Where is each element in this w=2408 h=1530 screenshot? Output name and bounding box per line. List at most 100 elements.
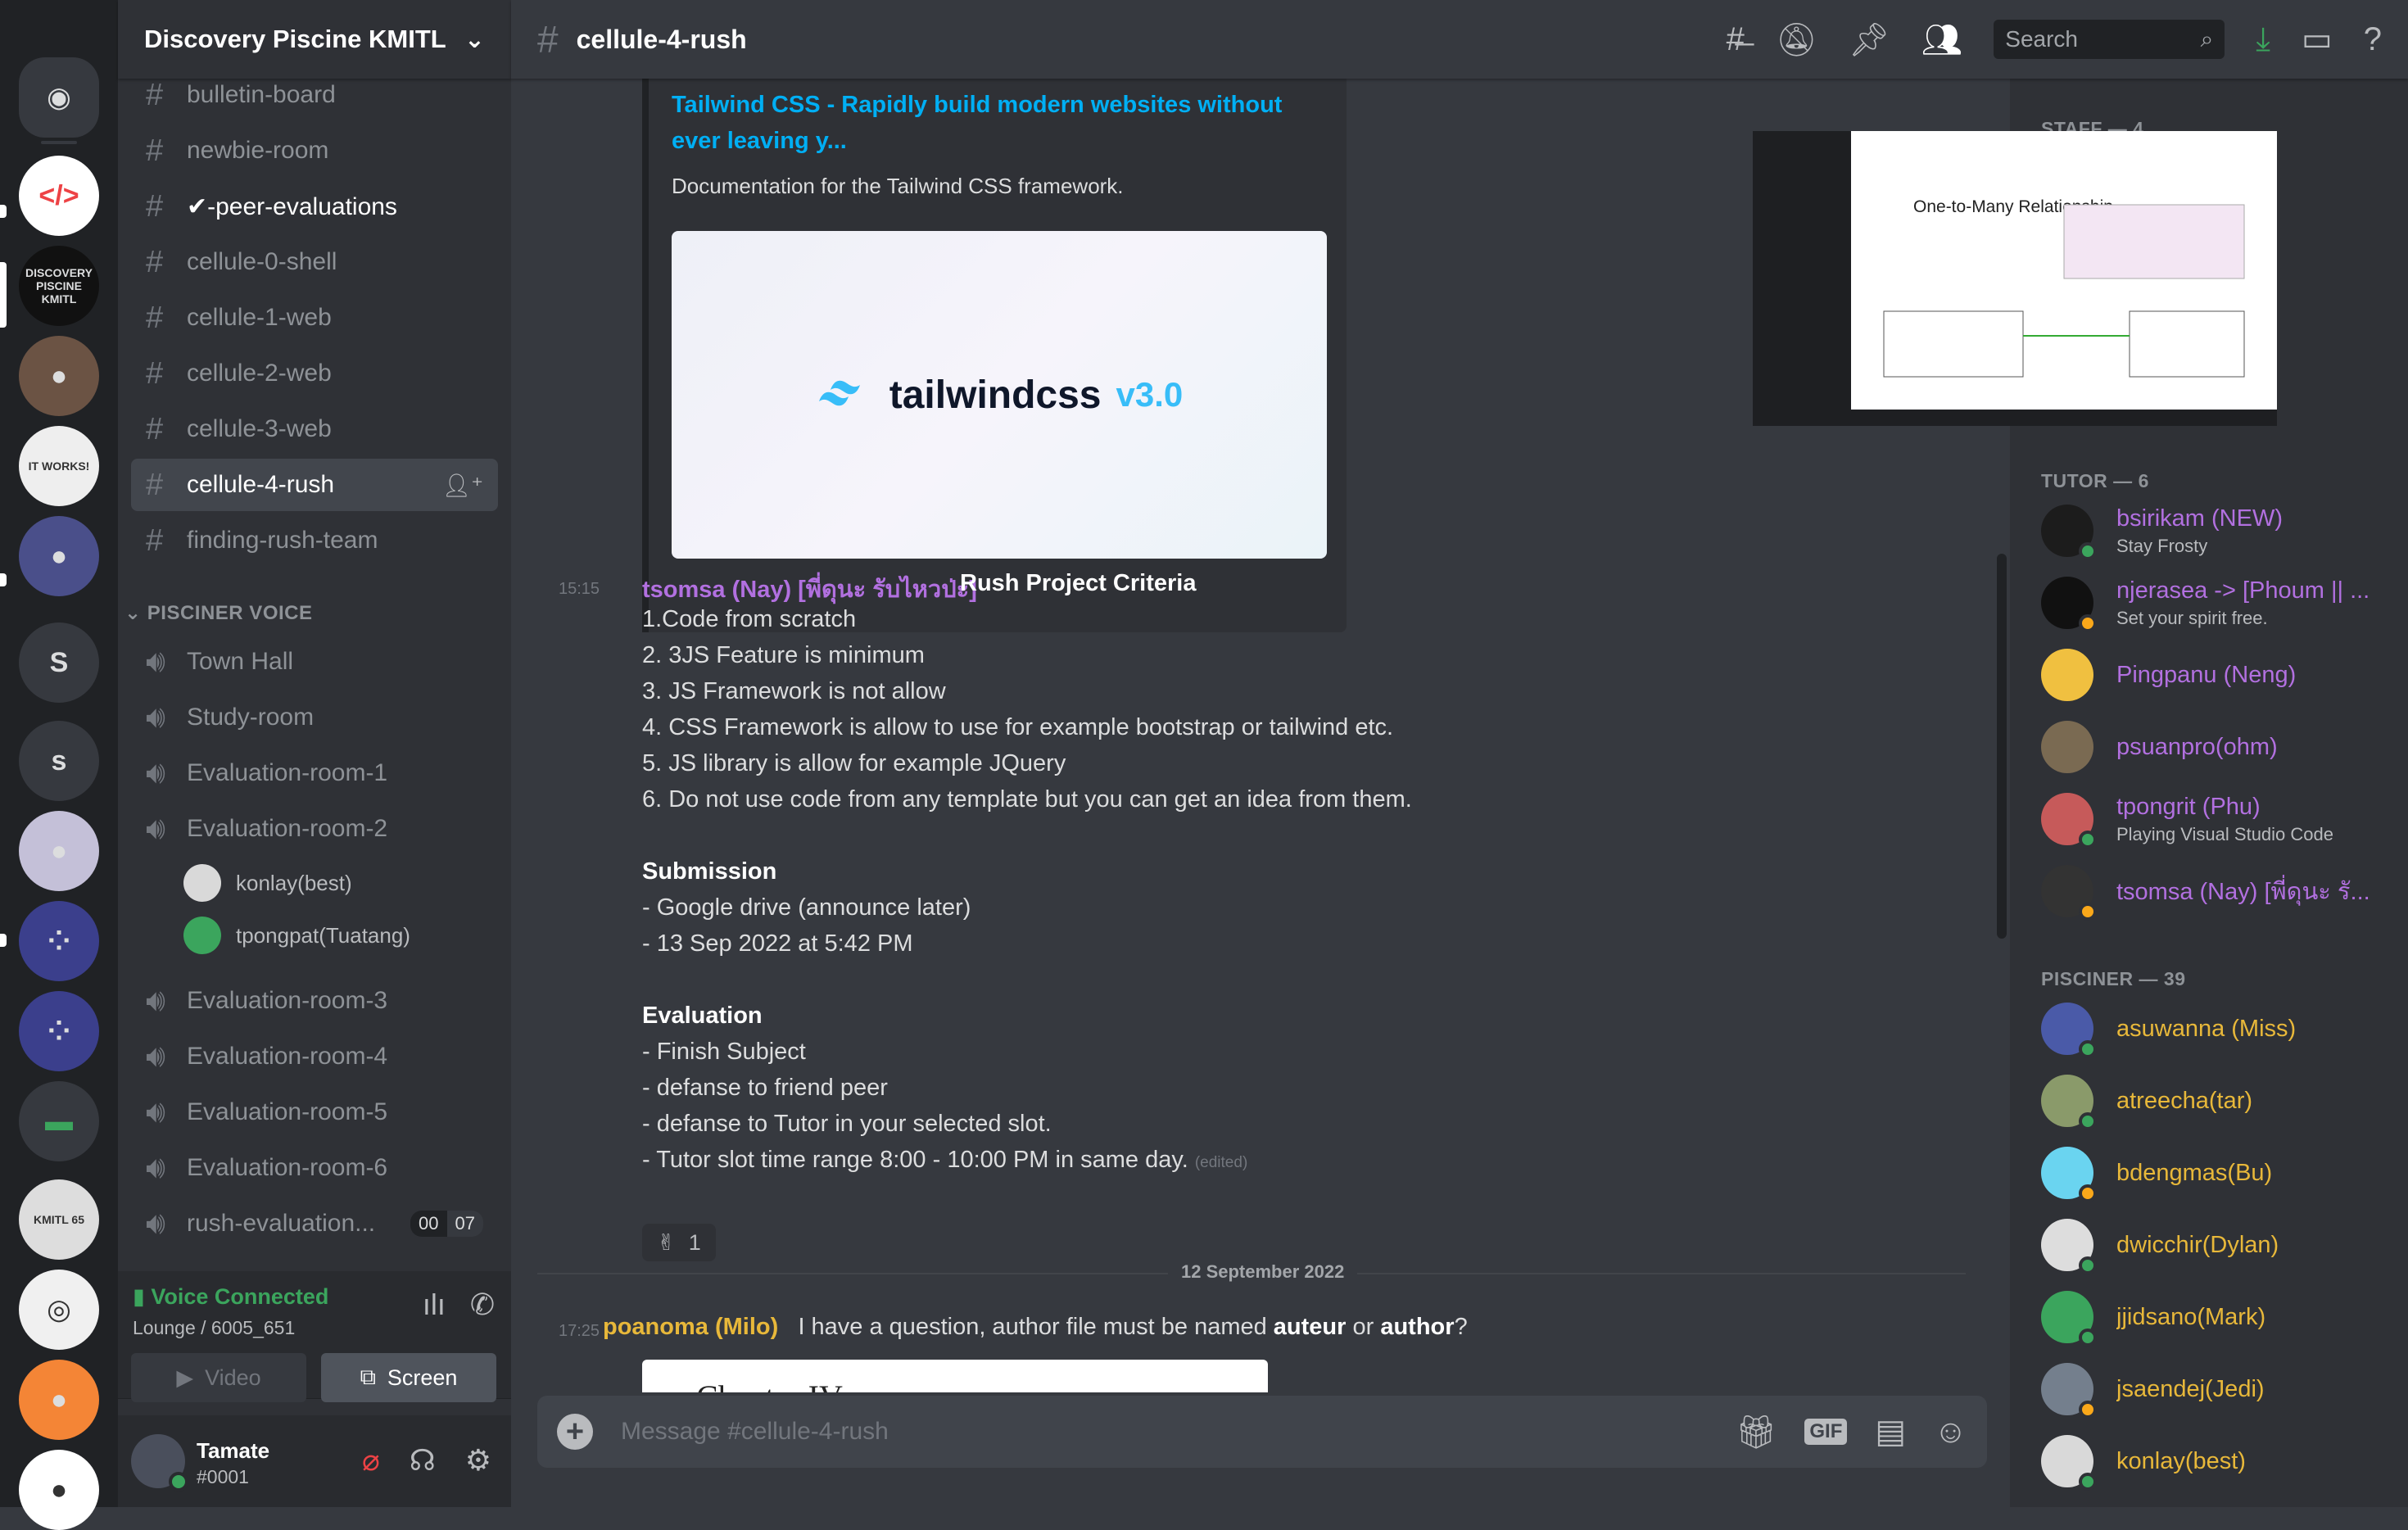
gif-button[interactable]: GIF [1804, 1419, 1848, 1445]
notification-muted-icon[interactable]: 🔕︎ [1776, 20, 1817, 59]
server-icon[interactable]: ● [19, 1450, 99, 1530]
gift-icon[interactable]: 🎁︎ [1736, 1413, 1777, 1451]
member-item[interactable]: tsomsa (Nay) [พี่ดุนะ รั... [2041, 858, 2393, 924]
message-line: 2. 3JS Feature is minimum [642, 642, 925, 668]
stream-preview[interactable]: One-to-Many Relationship [1753, 131, 2277, 426]
download-icon[interactable]: ⤓ [2256, 21, 2270, 58]
mute-microphone-icon[interactable]: ⌀ [362, 1443, 380, 1478]
server-icon[interactable]: ◎ [19, 1270, 99, 1350]
member-item[interactable]: tpongrit (Phu) Playing Visual Studio Code [2041, 786, 2393, 852]
reaction-button[interactable]: ✌ 1 [642, 1224, 716, 1261]
member-item[interactable]: bdengmas(Bu) [2041, 1140, 2393, 1206]
member-item[interactable]: asuwanna (Miss) [2041, 996, 2393, 1061]
member-item[interactable]: Pingpanu (Neng) [2041, 642, 2393, 708]
member-status-text: Set your spirit free. [2116, 607, 2268, 628]
voice-connected-status[interactable]: ▮ Voice Connected [133, 1284, 328, 1310]
message-author[interactable]: tsomsa (Nay) [พี่ดุนะ รับไหวป่ะ] [642, 577, 977, 603]
threads-icon[interactable]: #̶ [1727, 21, 1745, 58]
channel-cellule-2-web[interactable]: # cellule-2-web [131, 347, 498, 400]
server-icon[interactable]: </> [19, 156, 99, 236]
channel-newbie-room[interactable]: # newbie-room [131, 124, 498, 177]
server-initial: KMITL 65 [34, 1213, 84, 1226]
server-icon[interactable]: DISCOVERY PISCINE KMITL [19, 246, 99, 326]
user-name[interactable]: Tamate [197, 1438, 269, 1464]
channel-bulletin-board[interactable]: # bulletin-board [131, 69, 498, 121]
mobile-status-dot [2079, 1040, 2097, 1058]
channel--peer-evaluations[interactable]: # ✔-peer-evaluations [131, 180, 498, 233]
video-button[interactable]: ▶ Video [131, 1353, 306, 1402]
server-folder: ⁘ [47, 1016, 71, 1047]
voice-category[interactable]: ⌄ PISCINER VOICE [124, 601, 313, 625]
voice-channel[interactable]: 🔊︎ Town Hall [131, 636, 498, 688]
member-item[interactable]: psuanpro(ohm) [2041, 714, 2393, 780]
server-icon[interactable]: ◉ [19, 57, 99, 138]
channel-cellule-4-rush[interactable]: # cellule-4-rush 👤︎⁺ [131, 459, 498, 511]
voice-channel[interactable]: 🔊︎ rush-evaluation... 00 07 [131, 1197, 498, 1250]
member-item[interactable]: jjidsano(Mark) [2041, 1284, 2393, 1350]
sticker-icon[interactable]: ▤ [1875, 1413, 1906, 1451]
gear-icon[interactable]: ⚙ [465, 1443, 491, 1478]
member-item[interactable]: konlay(best) [2041, 1428, 2393, 1494]
embed-title-link[interactable]: Tailwind CSS - Rapidly build modern webs… [672, 87, 1327, 159]
channel-finding-rush-team[interactable]: # finding-rush-team [131, 514, 498, 567]
member-name: atreecha(tar) [2116, 1087, 2253, 1114]
channel-cellule-1-web[interactable]: # cellule-1-web [131, 292, 498, 344]
server-icon[interactable]: S [19, 622, 99, 703]
idle-status-dot [2079, 1184, 2097, 1202]
server-icon[interactable]: IT WORKS! [19, 426, 99, 506]
voice-user[interactable]: tpongpat(Tuatang) [183, 911, 410, 960]
text-channel-icon: # [146, 300, 164, 335]
help-icon[interactable]: ? [2364, 21, 2382, 58]
voice-channel[interactable]: 🔊︎ Evaluation-room-6 [131, 1142, 498, 1194]
voice-channel[interactable]: 🔊︎ Evaluation-room-3 [131, 975, 498, 1027]
voice-channel[interactable]: 🔊︎ Evaluation-room-4 [131, 1030, 498, 1083]
channel-label: cellule-0-shell [187, 248, 337, 275]
search-input[interactable]: Search ⌕ [1994, 20, 2225, 59]
voice-channel[interactable]: 🔊︎ Evaluation-room-1 [131, 747, 498, 799]
server-icon[interactable]: ● [19, 1360, 99, 1440]
avatar[interactable] [131, 1434, 188, 1492]
inbox-icon[interactable]: ▭ [2302, 20, 2333, 58]
voice-channel[interactable]: 🔊︎ Evaluation-room-5 [131, 1086, 498, 1138]
server-icon[interactable]: KMITL 65 [19, 1179, 99, 1260]
attach-plus-icon[interactable]: + [557, 1414, 593, 1450]
server-icon[interactable]: ● [19, 516, 99, 596]
member-list-icon[interactable]: 👥︎ [1921, 20, 1962, 59]
message-author[interactable]: poanoma (Milo) [603, 1314, 778, 1340]
scrollbar-thumb[interactable] [1997, 554, 2007, 939]
member-item[interactable]: atreecha(tar) [2041, 1068, 2393, 1134]
member-item[interactable]: dwicchir(Dylan) [2041, 1212, 2393, 1278]
text-channel-icon: # [146, 133, 164, 168]
server-header[interactable]: Discovery Piscine KMITL ⌄ [118, 0, 511, 79]
server-icon[interactable]: ⁘ [19, 901, 99, 981]
voice-user[interactable]: konlay(best) [183, 858, 352, 908]
server-icon[interactable]: ● [19, 811, 99, 891]
camera-icon: ▶ [176, 1365, 194, 1390]
voice-channel[interactable]: 🔊︎ Study-room [131, 691, 498, 744]
voice-location[interactable]: Lounge / 6005_651 [133, 1317, 295, 1339]
disconnect-call-icon[interactable]: ✆ [470, 1288, 495, 1322]
headphones-icon[interactable]: ☊ [410, 1443, 436, 1478]
channel-title: cellule-4-rush [576, 24, 747, 54]
channel-cellule-0-shell[interactable]: # cellule-0-shell [131, 236, 498, 288]
channel-cellule-3-web[interactable]: # cellule-3-web [131, 403, 498, 455]
pin-icon[interactable]: 📌︎ [1849, 20, 1890, 59]
member-item[interactable]: jsaendej(Jedi) [2041, 1356, 2393, 1422]
message-input[interactable] [619, 1417, 1736, 1446]
member-item[interactable]: njerasea -> [Phoum || ... Set your spirit… [2041, 570, 2393, 636]
server-icon[interactable]: ● [19, 336, 99, 416]
noise-suppression-icon[interactable]: ılı [423, 1288, 446, 1322]
server-icon[interactable]: ⁘ [19, 991, 99, 1071]
member-name: bsirikam (NEW) [2116, 505, 2283, 532]
message-line: Evaluation [642, 1003, 763, 1029]
message-line: - defanse to friend peer [642, 1075, 888, 1101]
emoji-icon[interactable]: ☺ [1934, 1414, 1967, 1451]
server-icon[interactable]: s [19, 721, 99, 801]
embed-image[interactable]: tailwindcss v3.0 [672, 231, 1327, 559]
attachment-preview[interactable]: Chapter IV [642, 1360, 1268, 1392]
voice-channel[interactable]: 🔊︎ Evaluation-room-2 [131, 803, 498, 855]
server-icon[interactable]: ▬ [19, 1081, 99, 1161]
screen-share-button[interactable]: ⧉ Screen [321, 1353, 496, 1402]
add-member-icon[interactable]: 👤︎⁺ [442, 472, 483, 499]
member-item[interactable]: bsirikam (NEW) Stay Frosty [2041, 498, 2393, 564]
